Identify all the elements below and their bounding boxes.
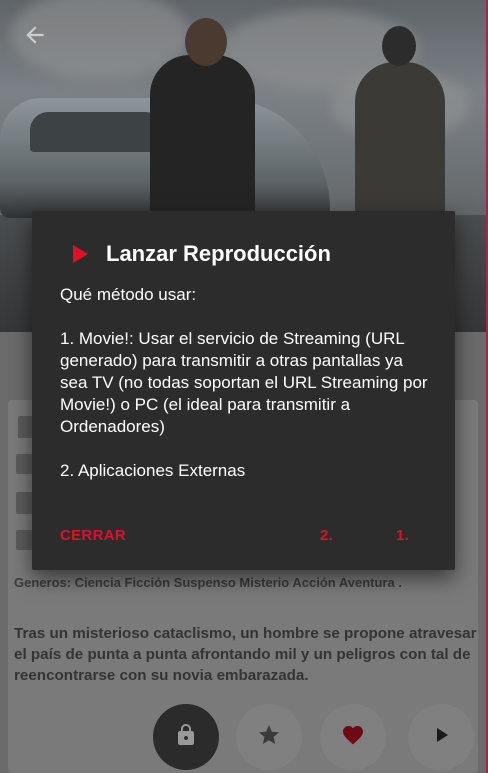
- option-2-button[interactable]: 2.: [320, 527, 333, 544]
- dialog-title: Lanzar Reproducción: [106, 241, 331, 266]
- dialog-header: Lanzar Reproducción: [70, 239, 331, 269]
- favorite-star-button[interactable]: [236, 704, 302, 770]
- launch-playback-dialog: Lanzar Reproducción Qué método usar: 1. …: [32, 211, 455, 570]
- option-1-description: 1. Movie!: Usar el servicio de Streaming…: [60, 329, 428, 436]
- dialog-message: Qué método usar: 1. Movie!: Usar el serv…: [60, 284, 430, 482]
- genres-text: Generos: Ciencia Ficción Suspenso Mister…: [14, 575, 402, 590]
- back-arrow-icon[interactable]: [22, 22, 48, 48]
- movie-detail-screen: Generos: Ciencia Ficción Suspenso Mister…: [0, 0, 488, 773]
- play-triangle-icon: [70, 244, 90, 264]
- synopsis-text: Tras un misterioso cataclismo, un hombre…: [14, 625, 477, 684]
- option-2-description: 2. Aplicaciones Externas: [60, 461, 246, 480]
- lock-icon: [174, 723, 198, 752]
- close-button[interactable]: CERRAR: [60, 527, 126, 544]
- heart-icon: [341, 723, 365, 752]
- like-heart-button[interactable]: [320, 704, 386, 770]
- play-icon: [429, 723, 453, 752]
- star-icon: [257, 723, 281, 752]
- play-button[interactable]: [408, 704, 474, 770]
- lock-button[interactable]: [153, 704, 219, 770]
- option-1-button[interactable]: 1.: [396, 527, 409, 544]
- dialog-actions: CERRAR 2. 1.: [32, 527, 455, 549]
- dialog-intro: Qué método usar:: [60, 285, 197, 304]
